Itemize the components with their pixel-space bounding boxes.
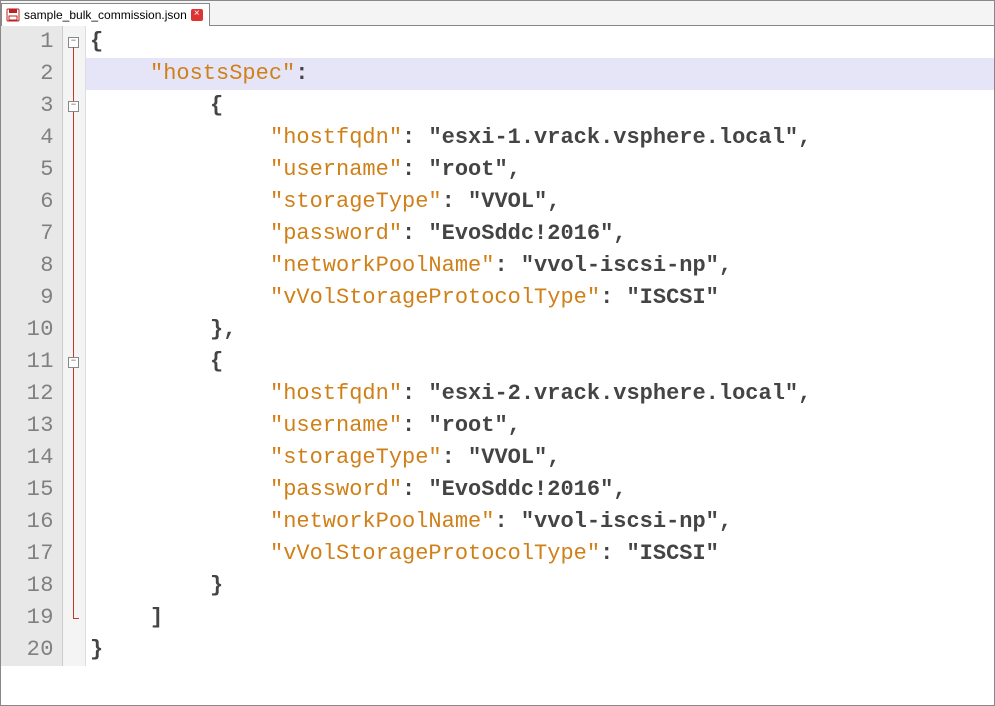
fold-gutter bbox=[63, 122, 86, 154]
code-content: }, bbox=[86, 314, 994, 346]
line-number: 9 bbox=[1, 282, 63, 314]
save-icon bbox=[6, 8, 20, 22]
line-number: 18 bbox=[1, 570, 63, 602]
fold-gutter bbox=[63, 314, 86, 346]
code-line[interactable]: 20} bbox=[1, 634, 994, 666]
line-number: 1 bbox=[1, 26, 63, 58]
fold-gutter bbox=[63, 378, 86, 410]
line-number: 4 bbox=[1, 122, 63, 154]
code-content: "vVolStorageProtocolType": "ISCSI" bbox=[86, 538, 994, 570]
line-number: 19 bbox=[1, 602, 63, 634]
fold-gutter bbox=[63, 634, 86, 666]
code-content: "storageType": "VVOL", bbox=[86, 442, 994, 474]
line-number: 13 bbox=[1, 410, 63, 442]
line-number: 11 bbox=[1, 346, 63, 378]
fold-gutter: − bbox=[63, 346, 86, 378]
fold-gutter bbox=[63, 442, 86, 474]
file-tab[interactable]: sample_bulk_commission.json × bbox=[1, 3, 210, 26]
line-number: 17 bbox=[1, 538, 63, 570]
code-line[interactable]: 10}, bbox=[1, 314, 994, 346]
code-line[interactable]: 3−{ bbox=[1, 90, 994, 122]
code-content: "hostfqdn": "esxi-1.vrack.vsphere.local"… bbox=[86, 122, 994, 154]
fold-gutter bbox=[63, 186, 86, 218]
code-content: "networkPoolName": "vvol-iscsi-np", bbox=[86, 506, 994, 538]
code-content: "vVolStorageProtocolType": "ISCSI" bbox=[86, 282, 994, 314]
code-line[interactable]: 18} bbox=[1, 570, 994, 602]
code-content: "username": "root", bbox=[86, 154, 994, 186]
fold-gutter bbox=[63, 602, 86, 634]
code-line[interactable]: 7 "password": "EvoSddc!2016", bbox=[1, 218, 994, 250]
fold-gutter bbox=[63, 250, 86, 282]
code-line[interactable]: 9 "vVolStorageProtocolType": "ISCSI" bbox=[1, 282, 994, 314]
code-editor[interactable]: 1−{2"hostsSpec":3−{4"hostfqdn": "esxi-1.… bbox=[1, 26, 994, 705]
code-content: { bbox=[86, 26, 994, 58]
fold-gutter: − bbox=[63, 90, 86, 122]
fold-toggle-icon[interactable]: − bbox=[68, 357, 79, 368]
fold-gutter bbox=[63, 154, 86, 186]
code-content: "password": "EvoSddc!2016", bbox=[86, 218, 994, 250]
line-number: 6 bbox=[1, 186, 63, 218]
fold-gutter bbox=[63, 538, 86, 570]
line-number: 20 bbox=[1, 634, 63, 666]
code-content: { bbox=[86, 90, 994, 122]
code-line[interactable]: 6 "storageType": "VVOL", bbox=[1, 186, 994, 218]
code-line[interactable]: 1−{ bbox=[1, 26, 994, 58]
code-content: } bbox=[86, 634, 994, 666]
code-line[interactable]: 17 "vVolStorageProtocolType": "ISCSI" bbox=[1, 538, 994, 570]
code-content: "storageType": "VVOL", bbox=[86, 186, 994, 218]
code-line[interactable]: 19] bbox=[1, 602, 994, 634]
line-number: 7 bbox=[1, 218, 63, 250]
code-line[interactable]: 2 "hostsSpec": bbox=[1, 58, 994, 90]
code-content: "username": "root", bbox=[86, 410, 994, 442]
code-line[interactable]: 12 "hostfqdn": "esxi-2.vrack.vsphere.loca… bbox=[1, 378, 994, 410]
code-line[interactable]: 11−{ bbox=[1, 346, 994, 378]
code-line[interactable]: 8 "networkPoolName": "vvol-iscsi-np", bbox=[1, 250, 994, 282]
close-icon[interactable]: × bbox=[191, 9, 203, 21]
code-line[interactable]: 15 "password": "EvoSddc!2016", bbox=[1, 474, 994, 506]
fold-gutter bbox=[63, 506, 86, 538]
line-number: 5 bbox=[1, 154, 63, 186]
code-content: "hostsSpec": bbox=[86, 58, 994, 90]
line-number: 3 bbox=[1, 90, 63, 122]
fold-toggle-icon[interactable]: − bbox=[68, 101, 79, 112]
code-content: "password": "EvoSddc!2016", bbox=[86, 474, 994, 506]
code-content: { bbox=[86, 346, 994, 378]
fold-gutter bbox=[63, 570, 86, 602]
line-number: 8 bbox=[1, 250, 63, 282]
editor-window: sample_bulk_commission.json × 1−{2"hosts… bbox=[0, 0, 995, 706]
code-line[interactable]: 13 "username": "root", bbox=[1, 410, 994, 442]
line-number: 10 bbox=[1, 314, 63, 346]
tab-bar: sample_bulk_commission.json × bbox=[1, 1, 994, 26]
line-number: 12 bbox=[1, 378, 63, 410]
code-line[interactable]: 14 "storageType": "VVOL", bbox=[1, 442, 994, 474]
code-content: "networkPoolName": "vvol-iscsi-np", bbox=[86, 250, 994, 282]
code-line[interactable]: 4 "hostfqdn": "esxi-1.vrack.vsphere.local… bbox=[1, 122, 994, 154]
code-line[interactable]: 5 "username": "root", bbox=[1, 154, 994, 186]
fold-gutter bbox=[63, 58, 86, 90]
fold-gutter bbox=[63, 218, 86, 250]
fold-gutter bbox=[63, 410, 86, 442]
line-number: 14 bbox=[1, 442, 63, 474]
code-content: ] bbox=[86, 602, 994, 634]
line-number: 16 bbox=[1, 506, 63, 538]
line-number: 2 bbox=[1, 58, 63, 90]
fold-gutter: − bbox=[63, 26, 86, 58]
code-content: "hostfqdn": "esxi-2.vrack.vsphere.local"… bbox=[86, 378, 994, 410]
code-content: } bbox=[86, 570, 994, 602]
tab-label: sample_bulk_commission.json bbox=[24, 8, 187, 22]
line-number: 15 bbox=[1, 474, 63, 506]
code-line[interactable]: 16 "networkPoolName": "vvol-iscsi-np", bbox=[1, 506, 994, 538]
fold-gutter bbox=[63, 282, 86, 314]
fold-gutter bbox=[63, 474, 86, 506]
